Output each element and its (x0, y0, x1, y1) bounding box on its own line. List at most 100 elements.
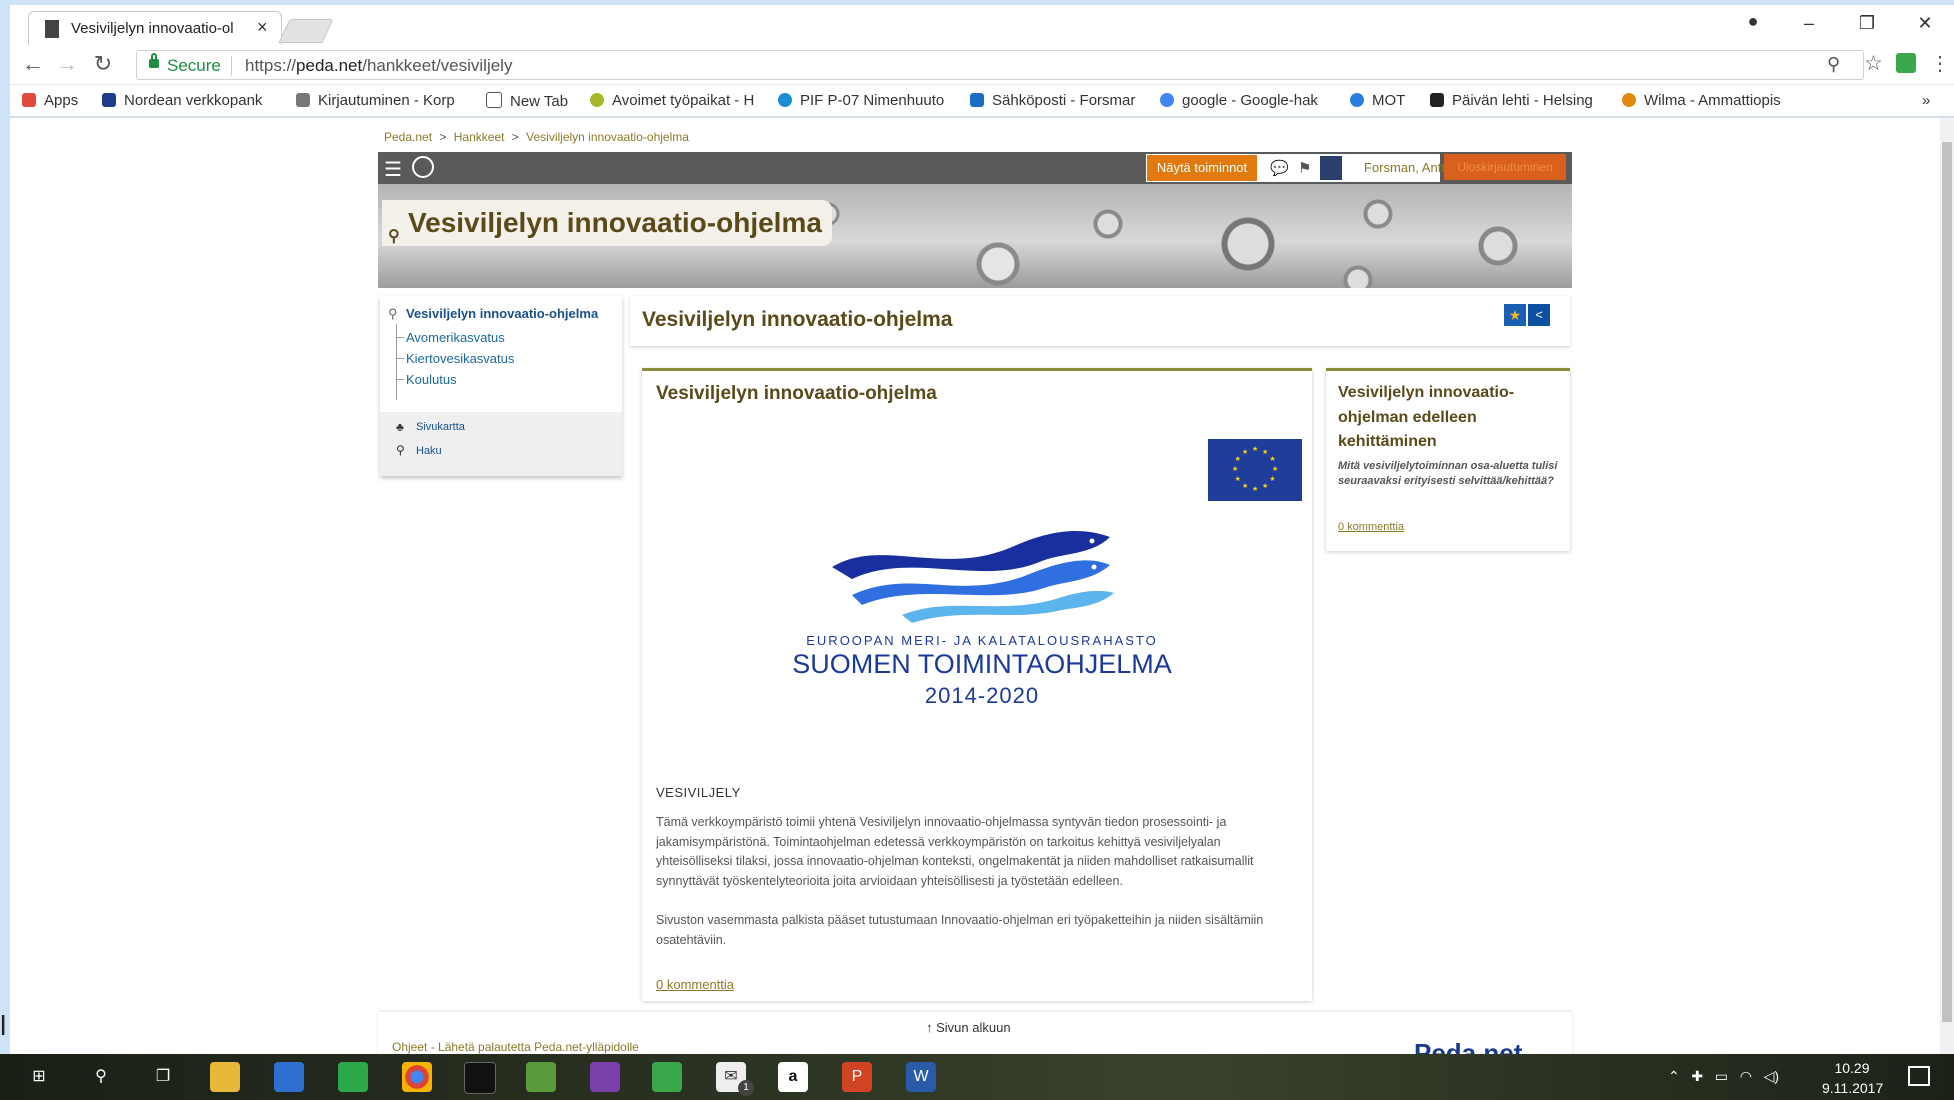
app-icon[interactable] (652, 1062, 682, 1092)
favorite-star-icon[interactable]: ★ (1504, 304, 1526, 326)
zoom-icon[interactable]: ⚲ (1827, 54, 1840, 75)
sidebar-item-root[interactable]: Vesiviljelyn innovaatio-ohjelma (406, 306, 598, 321)
menu-icon[interactable]: ☰ (384, 157, 402, 182)
breadcrumb-current[interactable]: Vesiviljelyn innovaatio-ohjelma (526, 130, 689, 144)
bookmark-new-tab[interactable]: New Tab (486, 92, 568, 110)
avatar[interactable] (1320, 156, 1342, 180)
back-to-top-link[interactable]: ↑ Sivun alkuun (926, 1020, 1011, 1035)
account-icon[interactable]: ● (1738, 11, 1768, 32)
mail-badge: 1 (738, 1080, 754, 1096)
tree-line (396, 324, 397, 400)
minimize-button[interactable]: – (1794, 13, 1824, 34)
flag-icon[interactable]: ⚑ (1298, 159, 1311, 177)
logo-line-1: EUROOPAN MERI- JA KALATALOUSRAHASTO (806, 633, 1158, 648)
browser-toolbar: ← → ↻ Secure https://peda.net/hankkeet/v… (10, 45, 1954, 85)
search-icon: ⚲ (396, 443, 405, 457)
bookmark-wilma[interactable]: Wilma - Ammattiopis (1622, 92, 1781, 109)
peda-net-page: Peda.net > Hankkeet > Vesiviljelyn innov… (378, 124, 1572, 1072)
system-tray[interactable]: ⌃ ✚ ▭ ◠ ◁) (1668, 1068, 1779, 1085)
store-icon[interactable] (274, 1062, 304, 1092)
arrow-up-icon: ↑ (926, 1020, 933, 1035)
emkr-logo: EUROOPAN MERI- JA KALATALOUSRAHASTO SUOM… (792, 507, 1172, 757)
sidebar-item-kiertovesikasvatus[interactable]: Kiertovesikasvatus (406, 351, 514, 366)
file-explorer-icon[interactable] (210, 1062, 240, 1092)
visual-studio-icon[interactable] (590, 1062, 620, 1092)
forward-button[interactable]: → (52, 51, 82, 77)
eu-flag-image: ★ ★ ★ ★ ★ ★ ★ ★ ★ ★ ★ ★ (1208, 439, 1302, 501)
side-card-title[interactable]: Vesiviljelyn innovaatio-ohjelman edellee… (1338, 381, 1560, 455)
logo-line-2: SUOMEN TOIMINTAOHJELMA (792, 649, 1172, 679)
section-heading: VESIVILJELY (656, 785, 741, 800)
scrollbar[interactable] (1940, 118, 1954, 1054)
eu-star-icon: ★ (1234, 476, 1241, 483)
bookmarks-bar: Apps Nordean verkkopank Kirjautuminen - … (10, 85, 1954, 117)
user-area: 💬 ⚑ Forsman, Antti (1258, 154, 1448, 182)
clock[interactable]: 10.29 9.11.2017 (1822, 1058, 1883, 1098)
bookmark-nordea[interactable]: Nordean verkkopank (102, 92, 262, 109)
content-header: Vesiviljelyn innovaatio-ohjelma ★ < (630, 296, 1570, 346)
search-link[interactable]: Haku (416, 445, 442, 457)
comments-link[interactable]: 0 kommenttia (656, 977, 734, 992)
bookmark-email[interactable]: Sähköposti - Forsmar (970, 92, 1135, 109)
bookmark-google[interactable]: google - Google-hak (1160, 92, 1318, 109)
side-comments-link[interactable]: 0 kommenttia (1338, 521, 1404, 533)
bookmark-star-icon[interactable]: ☆ (1864, 51, 1883, 76)
google-icon (1160, 93, 1174, 107)
page-icon: ⚲ (388, 228, 400, 245)
clock-time: 10.29 (1834, 1060, 1870, 1076)
bookmark-hs[interactable]: Päivän lehti - Helsing (1430, 92, 1593, 109)
eu-star-icon: ★ (1262, 448, 1269, 456)
breadcrumb-hankkeet[interactable]: Hankkeet (454, 130, 505, 144)
back-button[interactable]: ← (18, 51, 48, 77)
apps-grid-icon (22, 93, 36, 107)
show-actions-button[interactable]: Näytä toiminnot (1146, 154, 1258, 182)
tree-tick (396, 358, 404, 359)
reload-button[interactable]: ↻ (88, 51, 118, 77)
chrome-icon[interactable] (402, 1062, 432, 1092)
bookmarks-overflow-button[interactable]: » (1922, 92, 1930, 109)
sitemap-icon: ♣ (396, 420, 404, 434)
footer-links[interactable]: Ohjeet - Lähetä palautetta Peda.net-yllä… (392, 1040, 639, 1054)
bookmark-nimenhuuto[interactable]: PIF P-07 Nimenhuuto (778, 92, 944, 109)
url-text[interactable]: https://peda.net/hankkeet/vesiviljely (245, 56, 512, 76)
terminal-icon[interactable] (464, 1062, 496, 1094)
address-bar[interactable]: Secure https://peda.net/hankkeet/vesivil… (136, 50, 1864, 80)
search-icon[interactable] (412, 156, 434, 178)
search-icon[interactable]: ⚲ (86, 1062, 116, 1092)
fish-waves-icon (832, 531, 1114, 623)
app-icon[interactable] (338, 1062, 368, 1092)
breadcrumb-home[interactable]: Peda.net (384, 130, 432, 144)
windows-start-icon[interactable]: ⊞ (24, 1062, 54, 1092)
hs-icon (1430, 93, 1444, 107)
extension-icon[interactable] (1896, 53, 1916, 73)
eu-star-icon: ★ (1252, 446, 1259, 453)
powerpoint-icon[interactable]: P (842, 1062, 872, 1092)
te-icon (590, 93, 604, 107)
user-name[interactable]: Forsman, Antti (1364, 160, 1448, 175)
sidebar-item-avomerikasvatus[interactable]: Avomerikasvatus (406, 330, 505, 345)
body-paragraph: Sivuston vasemmasta palkista pääset tutu… (656, 913, 1264, 947)
logout-button[interactable]: Uloskirjautuminen (1444, 154, 1566, 180)
notifications-icon[interactable] (1908, 1066, 1930, 1086)
chat-icon[interactable]: 💬 (1270, 159, 1289, 177)
banner: ⚲ Vesiviljelyn innovaatio-ohjelma (378, 184, 1572, 288)
browser-tab[interactable]: Vesiviljelyn innovaatio-ol × (28, 11, 282, 45)
new-tab-button[interactable] (278, 19, 334, 43)
tab-close-button[interactable]: × (257, 17, 268, 38)
bookmark-korppi[interactable]: Kirjautuminen - Korp (296, 92, 455, 109)
sitemap-link[interactable]: Sivukartta (416, 421, 465, 433)
app-icon[interactable] (526, 1062, 556, 1092)
scrollbar-thumb[interactable] (1942, 142, 1952, 1022)
close-window-button[interactable]: ✕ (1910, 13, 1940, 34)
page-title: ⚲ Vesiviljelyn innovaatio-ohjelma (382, 200, 832, 246)
sidebar-item-koulutus[interactable]: Koulutus (406, 372, 457, 387)
task-view-icon[interactable]: ❐ (148, 1062, 178, 1092)
restore-button[interactable]: ❐ (1852, 13, 1882, 34)
bookmark-te-palvelut[interactable]: Avoimet työpaikat - H (590, 92, 754, 109)
share-icon[interactable]: < (1528, 304, 1550, 326)
bookmark-apps[interactable]: Apps (22, 92, 78, 109)
word-icon[interactable]: W (906, 1062, 936, 1092)
bookmark-mot[interactable]: MOT (1350, 92, 1405, 109)
browser-menu-icon[interactable]: ⋮ (1930, 51, 1950, 76)
amazon-icon[interactable]: a (778, 1062, 808, 1092)
